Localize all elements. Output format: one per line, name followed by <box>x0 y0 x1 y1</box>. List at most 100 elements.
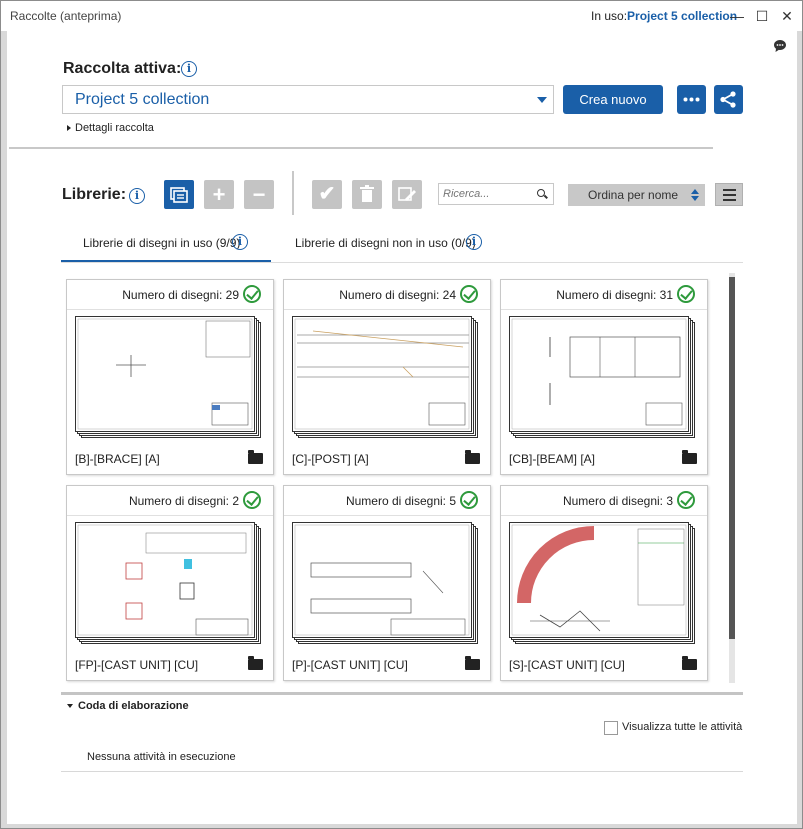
library-name: [CB]-[BEAM] [A] <box>509 452 596 466</box>
drawing-thumbnail[interactable] <box>75 316 261 438</box>
remove-library-button[interactable]: − <box>244 180 274 209</box>
close-icon[interactable]: ✕ <box>777 6 797 26</box>
processing-queue-toggle[interactable]: Coda di elaborazione <box>67 700 189 712</box>
search-input[interactable] <box>443 186 531 202</box>
title-bar: Raccolte (anteprima) In uso:Project 5 co… <box>1 1 802 31</box>
library-card[interactable]: Numero di disegni: 29 [B]-[BRACE] [A] <box>66 279 274 475</box>
collection-dropdown-value: Project 5 collection <box>75 91 210 108</box>
library-card[interactable]: Numero di disegni: 2 [FP]-[CAST UNIT] [CU… <box>66 485 274 681</box>
chevron-right-icon <box>67 125 71 132</box>
drawing-count: Numero di disegni: 5 <box>345 494 456 508</box>
library-view-button[interactable] <box>164 180 194 209</box>
drawing-thumbnail[interactable] <box>292 316 478 438</box>
create-new-button[interactable]: Crea nuovo <box>563 85 663 114</box>
toolbar-separator <box>292 171 294 215</box>
library-card-header: Numero di disegni: 31 <box>501 280 707 310</box>
queue-divider[interactable] <box>61 692 743 695</box>
drawing-count: Numero di disegni: 2 <box>128 494 239 508</box>
section-divider <box>9 147 713 149</box>
share-icon <box>720 91 736 108</box>
maximize-icon[interactable]: ☐ <box>752 6 772 26</box>
info-icon[interactable]: i <box>129 188 145 204</box>
info-icon[interactable]: i <box>232 234 248 250</box>
library-name: [B]-[BRACE] [A] <box>75 452 160 466</box>
library-card-header: Numero di disegni: 24 <box>284 280 490 310</box>
queue-bottom-divider <box>61 771 743 772</box>
info-icon[interactable]: i <box>466 234 482 250</box>
list-menu-button[interactable] <box>715 183 743 206</box>
folder-icon[interactable] <box>465 656 480 670</box>
drawing-count: Numero di disegni: 3 <box>562 494 673 508</box>
drawing-count: Numero di disegni: 29 <box>122 288 239 302</box>
library-card-header: Numero di disegni: 2 <box>67 486 273 516</box>
drawing-count: Numero di disegni: 31 <box>556 288 673 302</box>
in-use-collection: Project 5 collection <box>627 9 738 23</box>
chevron-down-icon <box>67 704 73 709</box>
tab-label: Librerie di disegni non in uso (0/9) <box>295 236 476 250</box>
tab-divider <box>61 262 743 263</box>
in-use-indicator: In uso:Project 5 collection <box>591 9 737 23</box>
libraries-label: Librerie: <box>62 186 127 203</box>
library-name: [C]-[POST] [A] <box>292 452 369 466</box>
library-name: [FP]-[CAST UNIT] [CU] <box>75 658 199 672</box>
ellipsis-icon <box>683 97 700 102</box>
check-circle-icon <box>243 285 261 303</box>
queue-status: Nessuna attività in esecuzione <box>87 751 236 763</box>
main-content: Raccolta attiva: i Project 5 collection … <box>7 31 797 824</box>
library-card[interactable]: Numero di disegni: 24 [C]-[POST] [A] <box>283 279 491 475</box>
check-circle-icon <box>243 491 261 509</box>
collections-window: Raccolte (anteprima) In uso:Project 5 co… <box>0 0 803 829</box>
tab-libraries-not-in-use[interactable]: Librerie di disegni non in uso (0/9) i <box>271 232 495 262</box>
sort-arrows-icon <box>691 189 699 203</box>
folder-icon[interactable] <box>248 656 263 670</box>
delete-button[interactable] <box>352 180 382 209</box>
library-grid: Numero di disegni: 29 [B]-[BRACE] [A] Nume… <box>61 273 735 681</box>
check-circle-icon <box>677 491 695 509</box>
folder-icon[interactable] <box>465 450 480 464</box>
chat-icon[interactable] <box>773 39 787 53</box>
library-search[interactable] <box>438 183 554 205</box>
drawing-thumbnail[interactable] <box>292 522 478 644</box>
active-collection-label: Raccolta attiva: <box>63 60 182 77</box>
add-library-button[interactable]: + <box>204 180 234 209</box>
folder-icon[interactable] <box>682 450 697 464</box>
drawing-thumbnail[interactable] <box>509 316 695 438</box>
edit-button[interactable] <box>392 180 422 209</box>
more-options-button[interactable] <box>677 85 706 114</box>
tab-libraries-in-use[interactable]: Librerie di disegni in uso (9/9) i <box>61 232 271 262</box>
collection-details-toggle[interactable]: Dettagli raccolta <box>67 122 154 134</box>
show-all-tasks-label: Visualizza tutte le attività <box>622 721 743 733</box>
processing-queue-label: Coda di elaborazione <box>78 700 189 712</box>
tab-label: Librerie di disegni in uso (9/9) <box>83 236 241 250</box>
library-card-header: Numero di disegni: 29 <box>67 280 273 310</box>
chevron-down-icon <box>537 97 547 103</box>
check-circle-icon <box>677 285 695 303</box>
drawing-thumbnail[interactable] <box>75 522 261 644</box>
library-card[interactable]: Numero di disegni: 5 [P]-[CAST UNIT] [CU] <box>283 485 491 681</box>
library-icon <box>170 187 188 203</box>
sort-dropdown[interactable]: Ordina per nome <box>568 184 705 206</box>
folder-icon[interactable] <box>248 450 263 464</box>
scrollbar-thumb[interactable] <box>729 277 735 639</box>
window-title: Raccolte (anteprima) <box>10 9 122 23</box>
search-icon[interactable] <box>537 189 545 197</box>
collection-details-label: Dettagli raccolta <box>75 122 154 134</box>
check-circle-icon <box>460 491 478 509</box>
check-circle-icon <box>460 285 478 303</box>
trash-icon <box>360 185 374 202</box>
sort-dropdown-value: Ordina per nome <box>588 188 679 202</box>
drawing-thumbnail[interactable] <box>509 522 695 644</box>
library-card[interactable]: Numero di disegni: 3 [S]-[CAST UNIT] [CU] <box>500 485 708 681</box>
library-card[interactable]: Numero di disegni: 31 [CB]-[BEAM] [A] <box>500 279 708 475</box>
minimize-icon[interactable]: — <box>727 6 747 26</box>
library-card-header: Numero di disegni: 3 <box>501 486 707 516</box>
info-icon[interactable]: i <box>181 61 197 77</box>
show-all-tasks-checkbox[interactable] <box>604 721 618 735</box>
library-name: [P]-[CAST UNIT] [CU] <box>292 658 408 672</box>
drawing-count: Numero di disegni: 24 <box>339 288 456 302</box>
activate-button[interactable]: ✔ <box>312 180 342 209</box>
collection-dropdown[interactable]: Project 5 collection <box>62 85 554 114</box>
library-card-header: Numero di disegni: 5 <box>284 486 490 516</box>
folder-icon[interactable] <box>682 656 697 670</box>
share-button[interactable] <box>714 85 743 114</box>
